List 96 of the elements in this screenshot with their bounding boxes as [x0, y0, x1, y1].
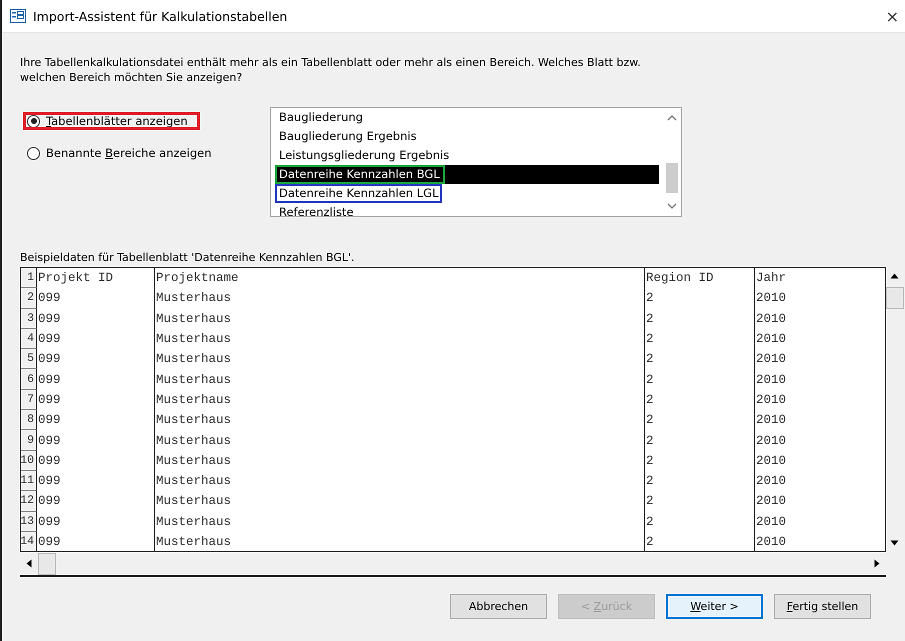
table-cell-text: 2010: [755, 452, 788, 470]
table-cell: Projekt ID: [37, 268, 155, 288]
up-arrow-icon[interactable]: [890, 273, 899, 279]
table-cell: Musterhaus: [155, 390, 645, 410]
table-cell: Musterhaus: [155, 308, 645, 329]
table-cell: 2: [645, 512, 755, 532]
table-cell: Musterhaus: [155, 369, 645, 390]
table-cell: Projektname: [155, 268, 645, 288]
list-item[interactable]: Leistungsgliederung Ergebnis: [275, 146, 454, 165]
table-cell: 2: [645, 308, 755, 329]
table-cell: 2: [645, 450, 755, 471]
table-cell-text: 2010: [755, 473, 788, 490]
table-cell: 2: [645, 288, 755, 309]
table-cell: Musterhaus: [155, 532, 645, 551]
table-cell: 2: [645, 328, 755, 350]
row-number: 2: [21, 288, 37, 309]
table-cell-text: 2010: [755, 351, 788, 368]
radio-option[interactable]: Tabellenblätter anzeigen: [20, 109, 203, 133]
table-cell-text: 2010: [755, 493, 788, 510]
table-cell: 099: [37, 532, 155, 551]
table-cell-text: 2010: [755, 310, 788, 328]
row-number: 5: [21, 349, 37, 370]
scroll-thumb[interactable]: [886, 287, 904, 309]
table-cell: 2: [645, 491, 755, 512]
radio-button[interactable]: [27, 146, 40, 160]
list-item[interactable]: Datenreihe Kennzahlen LGL: [275, 184, 442, 203]
table-cell: Musterhaus: [155, 410, 645, 430]
down-arrow-icon[interactable]: [890, 540, 899, 546]
radio-button[interactable]: [27, 114, 40, 128]
scroll-thumb[interactable]: [38, 552, 56, 574]
instruction-text: Ihre Tabellenkalkulationsdatei enthält mehr als ein Tabellenblatt oder mehr als einen Bereich. Welches Blatt bzw. welchen Bereich möchten Sie anzeigen?: [20, 55, 642, 85]
table-cell: 099: [37, 430, 155, 451]
close-button[interactable]: ×: [886, 6, 899, 26]
list-item[interactable]: Datenreihe Kennzahlen BGL: [275, 165, 659, 184]
window-title: Import-Assistent für Kalkulationstabellen: [33, 8, 288, 24]
table-cell: Musterhaus: [155, 349, 645, 370]
form-icon: [10, 9, 26, 23]
table-cell: 099: [37, 512, 155, 532]
list-item[interactable]: Baugliederung: [275, 108, 367, 127]
row-number: 12: [21, 491, 37, 512]
table-cell: 099: [37, 390, 155, 410]
table-cell: 099: [37, 369, 155, 390]
right-arrow-icon[interactable]: [874, 559, 880, 568]
row-number: 1: [21, 268, 37, 288]
table-cell: 2: [645, 410, 755, 430]
row-number: 13: [21, 512, 37, 532]
table-cell: 099: [37, 410, 155, 430]
table-cell: Musterhaus: [155, 430, 645, 451]
table-cell: 2: [645, 532, 755, 551]
left-arrow-icon[interactable]: [26, 559, 32, 568]
table-cell: Musterhaus: [155, 288, 645, 309]
row-number: 11: [21, 470, 37, 492]
table-cell: 2: [645, 430, 755, 451]
table-cell: 099: [37, 288, 155, 309]
scrollbar[interactable]: [20, 552, 886, 577]
table-cell: 2: [645, 369, 755, 390]
preview-label: Beispieldaten für Tabellenblatt 'Datenreihe Kennzahlen BGL'.: [20, 251, 356, 264]
row-number: 7: [21, 390, 37, 410]
radio-option[interactable]: Benannte Bereiche anzeigen: [20, 141, 226, 165]
wizard-button[interactable]: Weiter >: [666, 594, 763, 619]
row-number: 14: [21, 532, 37, 551]
row-number: 10: [21, 450, 37, 471]
table-cell: Musterhaus: [155, 470, 645, 492]
row-number: 6: [21, 369, 37, 390]
table-cell: Musterhaus: [155, 450, 645, 471]
table-cell-text: 2010: [755, 412, 788, 430]
table-cell-text: Jahr: [755, 270, 788, 288]
list-item[interactable]: Referenzliste: [275, 203, 358, 216]
table-cell: 2: [645, 470, 755, 492]
table-cell: 2: [645, 390, 755, 410]
table-cell: 099: [37, 328, 155, 350]
table-cell: 2: [645, 349, 755, 370]
row-number: 8: [21, 410, 37, 430]
wizard-button[interactable]: Abbrechen: [450, 594, 547, 619]
table-cell: Musterhaus: [155, 328, 645, 350]
wizard-button[interactable]: Fertig stellen: [774, 594, 871, 619]
table-cell: 099: [37, 450, 155, 471]
table-cell: Musterhaus: [155, 491, 645, 512]
table-cell: Region ID: [645, 268, 755, 288]
table-cell: 099: [37, 491, 155, 512]
table-cell: 099: [37, 349, 155, 370]
table-cell-text: 2010: [755, 514, 788, 531]
list-item[interactable]: Baugliederung Ergebnis: [275, 127, 421, 146]
table-cell-text: 2010: [755, 331, 788, 348]
row-number: 3: [21, 308, 37, 329]
row-number: 4: [21, 328, 37, 350]
scroll-thumb[interactable]: [666, 163, 678, 193]
table-cell-text: 2010: [755, 392, 788, 409]
table-cell-text: 2010: [755, 432, 788, 450]
table-cell-text: 2010: [755, 290, 788, 308]
table-cell: 099: [37, 308, 155, 329]
table-cell-text: 2010: [755, 372, 788, 389]
table-cell: 099: [37, 470, 155, 492]
table-cell-text: 2010: [755, 534, 788, 551]
row-number: 9: [21, 430, 37, 451]
table-cell: Musterhaus: [155, 512, 645, 532]
